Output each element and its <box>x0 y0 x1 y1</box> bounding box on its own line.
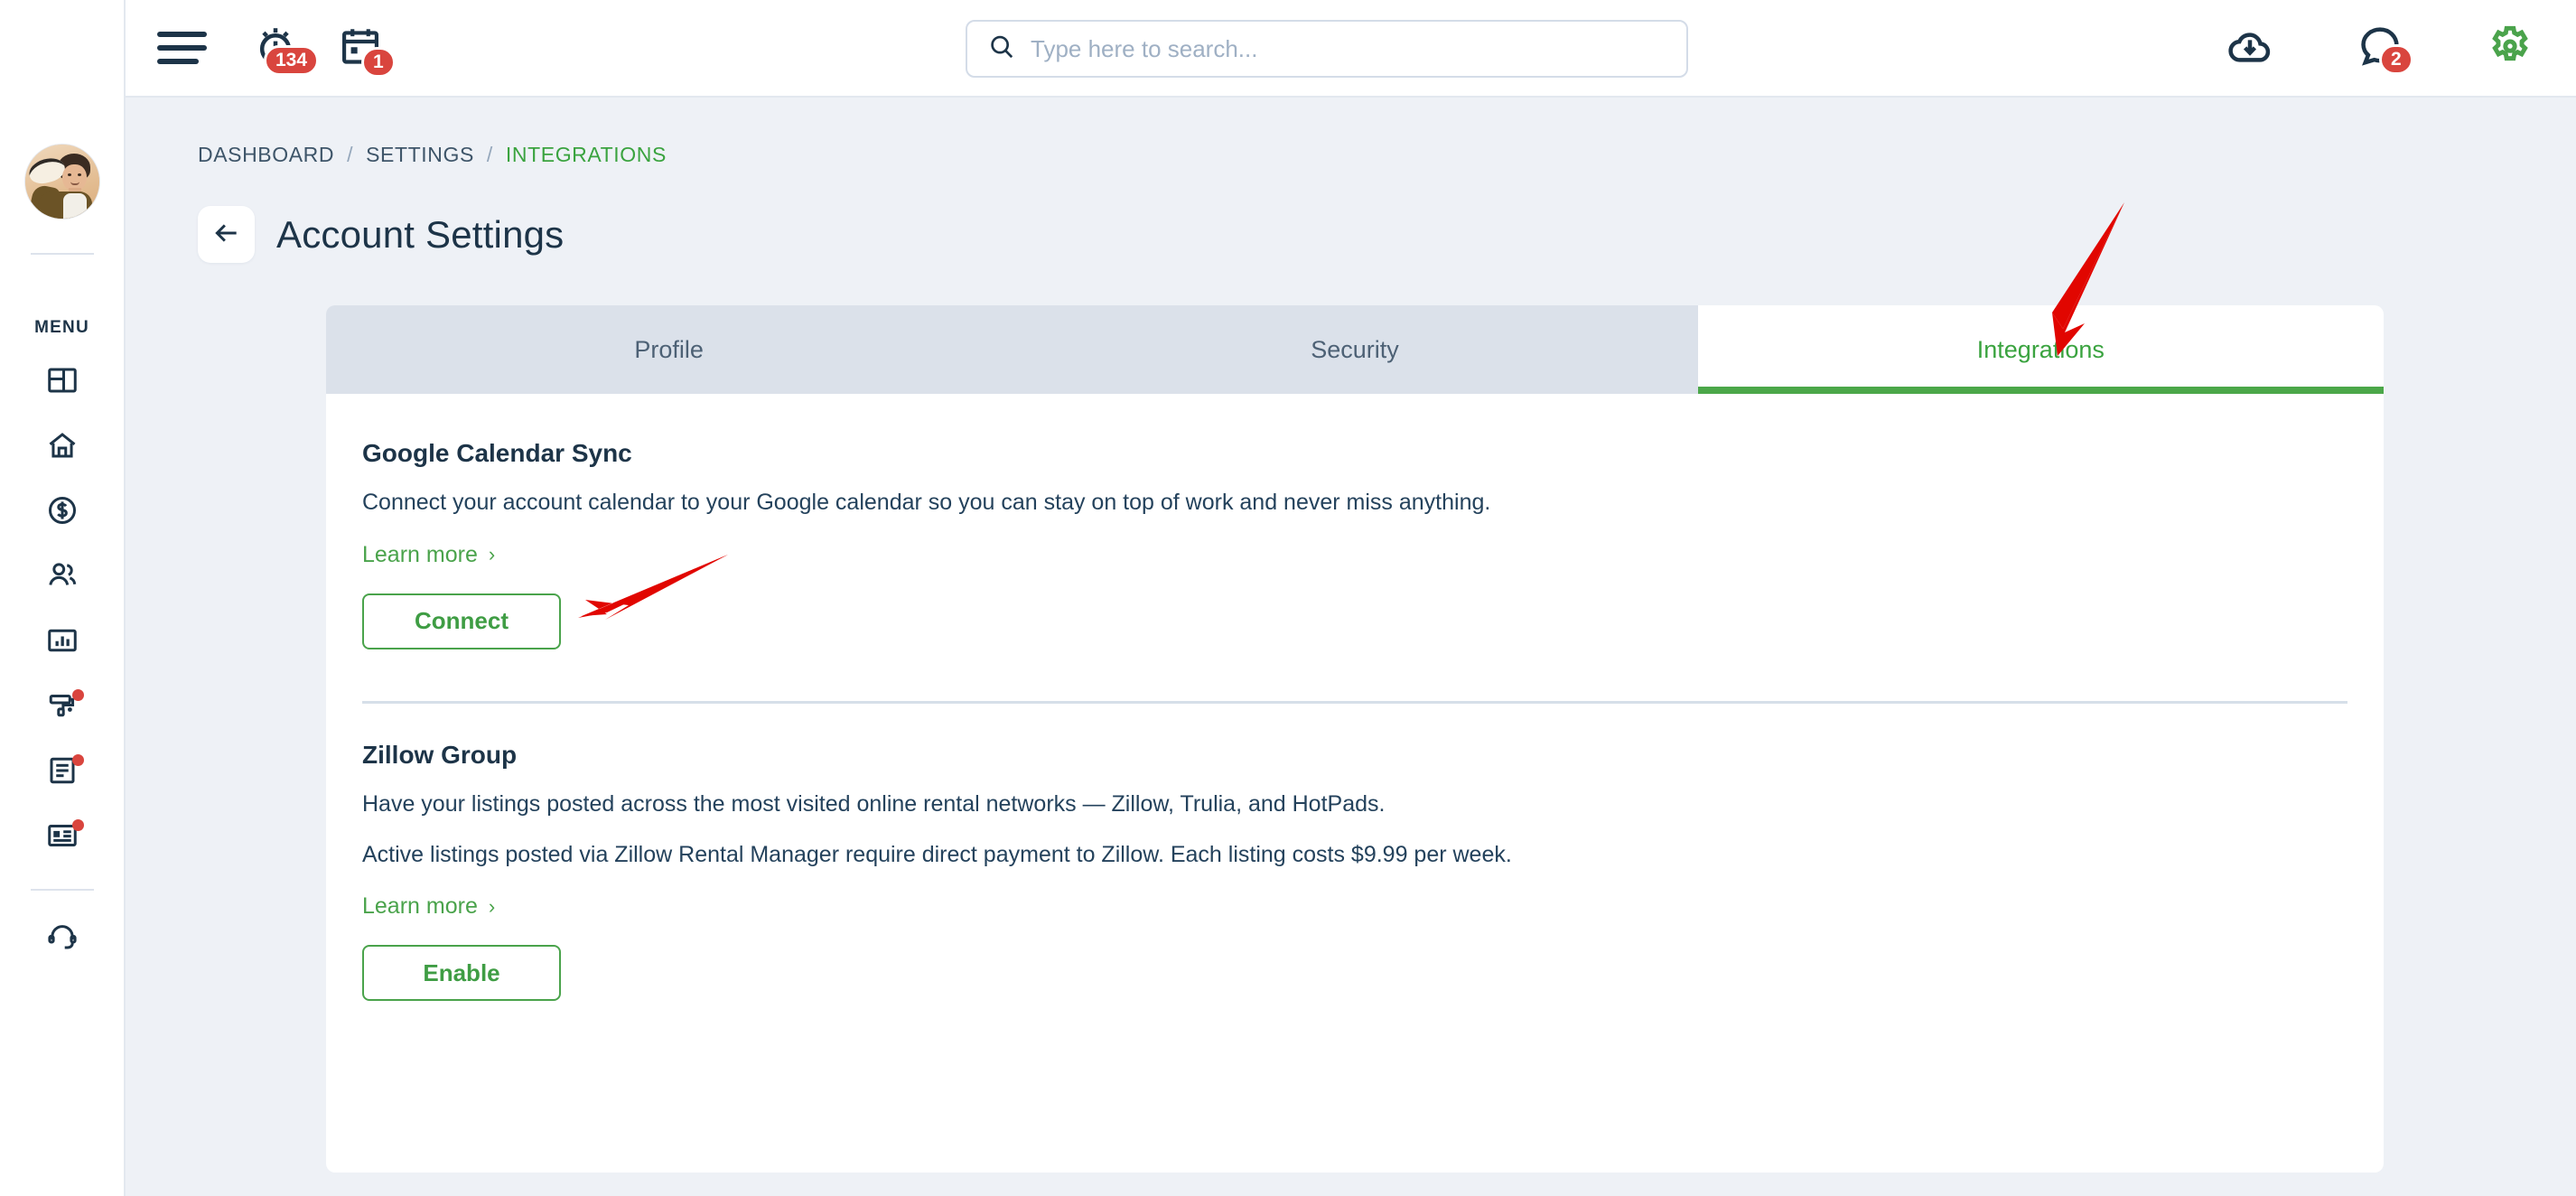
top-header: 134 1 Type here to search... 2 <box>126 0 2576 98</box>
integration-description: Connect your account calendar to your Go… <box>362 490 1491 515</box>
breadcrumb-item-integrations[interactable]: INTEGRATIONS <box>506 143 667 167</box>
learn-more-link-google[interactable]: Learn more › <box>362 542 495 568</box>
enable-button[interactable]: Enable <box>362 945 561 1001</box>
integration-description-secondary: Active listings posted via Zillow Rental… <box>362 841 1512 867</box>
sidebar-item-listings[interactable] <box>35 817 89 858</box>
integration-title: Google Calendar Sync <box>362 439 632 467</box>
tab-security[interactable]: Security <box>1012 305 1698 394</box>
integration-description: Have your listings posted across the mos… <box>362 791 1386 817</box>
chevron-right-icon: › <box>488 543 496 565</box>
avatar[interactable] <box>24 145 99 219</box>
sidebar-menu-label: MENU <box>34 318 89 337</box>
cloud-download-icon <box>2226 32 2274 75</box>
breadcrumb: DASHBOARD / SETTINGS / INTEGRATIONS <box>198 143 667 167</box>
learn-more-link-zillow[interactable]: Learn more › <box>362 893 495 920</box>
sidebar-item-dashboard[interactable] <box>35 361 89 403</box>
back-button[interactable] <box>198 206 255 263</box>
gear-icon <box>2486 25 2534 75</box>
alarm-badge: 134 <box>264 44 320 76</box>
breadcrumb-separator: / <box>486 143 493 166</box>
tab-integrations[interactable]: Integrations <box>1697 305 2384 394</box>
integration-google-calendar: Google Calendar Sync Connect your accoun… <box>326 394 2384 649</box>
tab-bar: Profile Security Integrations <box>326 305 2384 394</box>
settings-button[interactable] <box>2486 23 2534 76</box>
search-input[interactable] <box>1031 34 1647 63</box>
notification-dot <box>71 754 84 766</box>
connect-button[interactable]: Connect <box>362 593 561 649</box>
notification-dot <box>71 819 84 831</box>
breadcrumb-separator: / <box>347 143 354 166</box>
sidebar-item-maintenance[interactable] <box>35 687 89 728</box>
integration-zillow-group: Zillow Group Have your listings posted a… <box>326 741 2384 1001</box>
sidebar-item-support[interactable] <box>35 918 89 959</box>
search-bar[interactable] <box>966 20 1688 78</box>
headset-icon <box>46 920 79 958</box>
calendar-badge: 1 <box>361 46 396 78</box>
home-icon <box>46 429 79 466</box>
tab-label: Security <box>1311 335 1399 363</box>
arrow-left-icon <box>212 219 241 250</box>
integrations-panel: Google Calendar Sync Connect your accoun… <box>326 394 2384 1173</box>
messages-button[interactable]: 2 <box>2356 23 2413 76</box>
sidebar-item-people[interactable] <box>35 556 89 598</box>
tab-label: Profile <box>634 335 704 363</box>
sidebar: MENU <box>0 0 126 1196</box>
alarm-clock-button[interactable]: 134 <box>251 22 320 76</box>
breadcrumb-item-dashboard[interactable]: DASHBOARD <box>198 143 334 167</box>
learn-more-label: Learn more <box>362 541 478 567</box>
tab-profile[interactable]: Profile <box>326 305 1013 394</box>
page-title: Account Settings <box>276 212 565 256</box>
tab-label: Integrations <box>1976 335 2105 363</box>
sidebar-item-reports[interactable] <box>35 621 89 663</box>
learn-more-label: Learn more <box>362 893 478 919</box>
sidebar-item-tasks[interactable] <box>35 752 89 793</box>
search-icon <box>987 33 1016 66</box>
notification-dot <box>71 689 84 701</box>
hamburger-icon[interactable] <box>157 24 213 71</box>
dashboard-grid-icon <box>46 364 79 401</box>
messages-badge: 2 <box>2379 43 2413 75</box>
bar-chart-icon <box>46 624 79 661</box>
chevron-right-icon: › <box>488 894 496 918</box>
breadcrumb-item-settings[interactable]: SETTINGS <box>366 143 474 167</box>
integration-title: Zillow Group <box>362 741 518 769</box>
people-icon <box>46 559 79 596</box>
download-button[interactable] <box>2226 23 2274 76</box>
sidebar-item-accounting[interactable] <box>35 491 89 533</box>
header-actions: 2 <box>2144 0 2534 98</box>
sidebar-divider-bottom <box>30 889 94 891</box>
sidebar-divider-top <box>30 253 94 255</box>
calendar-button[interactable]: 1 <box>338 23 396 78</box>
page-header: Account Settings <box>198 206 564 263</box>
sidebar-item-properties[interactable] <box>35 426 89 468</box>
dollar-circle-icon <box>46 494 79 531</box>
section-divider <box>362 701 2347 704</box>
